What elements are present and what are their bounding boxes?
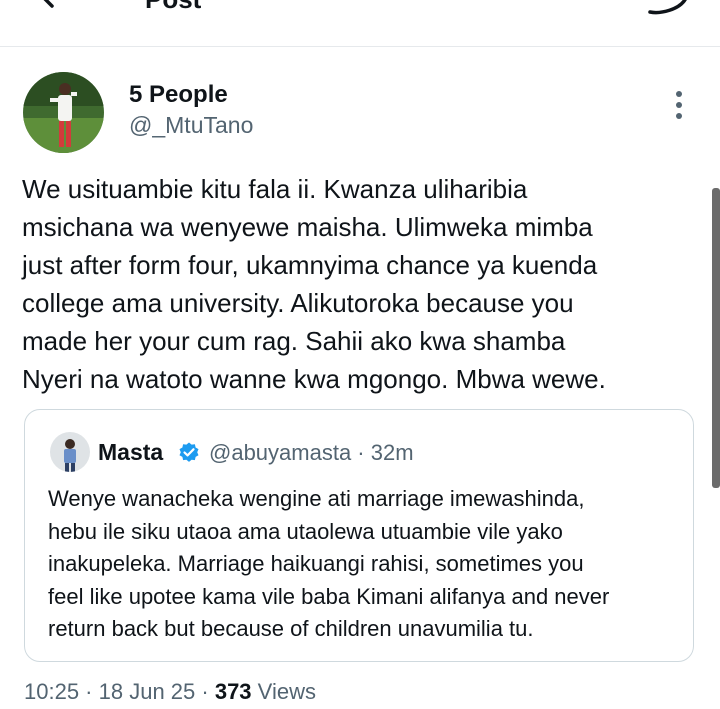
quoted-author-avatar[interactable] (50, 432, 90, 472)
page-title: Post (145, 0, 201, 14)
verified-badge-icon (179, 442, 199, 462)
views-label: Views (257, 679, 316, 704)
quoted-text-line: hebu ile siku utaoa ama utaolewa utuambi… (48, 518, 563, 544)
quoted-author-name[interactable]: Masta (98, 439, 163, 466)
post-date: 18 Jun 25 (98, 679, 196, 704)
quoted-tweet-text: Wenye wanacheka wengine ati marriage ime… (48, 483, 688, 646)
scrollbar[interactable] (712, 188, 720, 488)
quoted-handle-time: @abuyamasta · 32m (209, 440, 414, 465)
quoted-tweet-card[interactable]: Masta @abuyamasta · 32m Wenye wanacheka … (24, 409, 694, 662)
author-name[interactable]: 5 People (129, 81, 228, 109)
quoted-text-line: inakupeleka. Marriage haikuangi rahisi, … (48, 551, 584, 576)
tweet-text-line: made her your cum rag. Sahii ako kwa sha… (22, 326, 566, 356)
quoted-text-line: return back but because of children unav… (48, 616, 534, 641)
author-handle[interactable]: @_MtuTano (129, 112, 253, 139)
post-time: 10:25 (24, 679, 80, 704)
tweet-text-line: Nyeri na watoto wanne kwa mgongo. Mbwa w… (22, 364, 606, 394)
author-avatar[interactable] (23, 72, 104, 153)
tweet-text: We usituambie kitu fala ii. Kwanza uliha… (22, 170, 702, 398)
top-bar: Post (0, 0, 720, 47)
tweet-text-line: We usituambie kitu fala ii. Kwanza uliha… (22, 174, 528, 204)
views-count[interactable]: 373 (215, 679, 252, 704)
tweet-text-line: msichana wa wenyewe maisha. Ulimweka mim… (22, 212, 593, 242)
tweet-text-line: just after form four, ukamnyima chance y… (22, 250, 598, 280)
quoted-post-age: 32m (370, 440, 414, 465)
more-options-icon[interactable] (666, 88, 692, 122)
reply-icon[interactable] (640, 0, 692, 16)
quoted-text-line: Wenye wanacheka wengine ati marriage ime… (48, 486, 585, 511)
tweet-text-line: college ama university. Alikutoroka beca… (22, 288, 574, 318)
quoted-author-handle[interactable]: @abuyamasta (209, 440, 351, 465)
post-meta: 10:25 · 18 Jun 25 · 373 Views (24, 679, 316, 704)
back-arrow-icon[interactable] (30, 0, 70, 14)
quoted-text-line: feel like upotee kama vile baba Kimani a… (48, 583, 610, 609)
